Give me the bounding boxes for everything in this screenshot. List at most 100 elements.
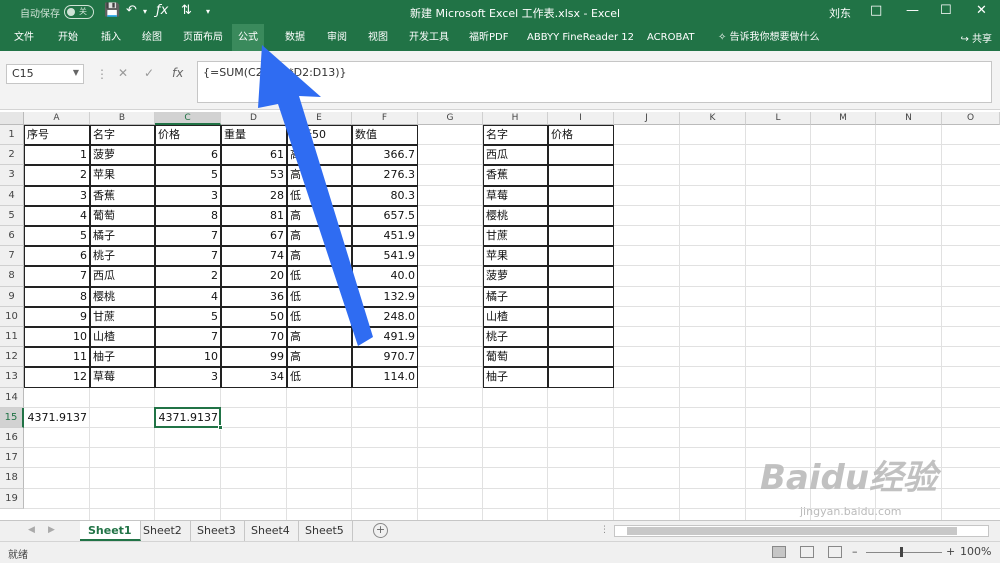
column-header-N[interactable]: N — [876, 112, 942, 125]
row-header-5[interactable]: 5 — [0, 205, 24, 226]
row-header-11[interactable]: 11 — [0, 327, 24, 348]
row-header-9[interactable]: 9 — [0, 286, 24, 307]
table1-data-cell[interactable]: 甘蔗 — [90, 306, 155, 327]
row-header-14[interactable]: 14 — [0, 387, 24, 408]
sheet-prev-icon[interactable]: ◀ — [28, 525, 35, 535]
table1-data-cell[interactable]: 40.0 — [352, 266, 418, 287]
tab-9[interactable]: 开发工具 — [403, 24, 455, 51]
table1-data-cell[interactable]: 高 — [287, 246, 352, 267]
table1-data-cell[interactable]: 132.9 — [352, 286, 418, 307]
table2-data-cell[interactable]: 苹果 — [483, 246, 548, 267]
table1-data-cell[interactable]: 74 — [221, 246, 287, 267]
table2-data-cell[interactable]: 西瓜 — [483, 145, 548, 166]
tab-7[interactable]: 审阅 — [321, 24, 353, 51]
table2-data-cell[interactable]: 葡萄 — [483, 347, 548, 368]
column-header-E[interactable]: E — [287, 112, 352, 125]
maximize-icon[interactable]: ☐ — [940, 3, 952, 18]
table2-data-cell[interactable] — [548, 286, 614, 307]
table1-data-cell[interactable]: 香蕉 — [90, 185, 155, 206]
column-header-G[interactable]: G — [418, 112, 483, 125]
close-icon[interactable]: ✕ — [976, 3, 987, 18]
page-layout-view-button[interactable] — [800, 546, 814, 558]
normal-view-button[interactable] — [772, 546, 786, 558]
enter-icon[interactable]: ✓ — [144, 66, 154, 80]
customize-qat-icon[interactable]: ▾ — [206, 7, 210, 16]
add-sheet-button[interactable]: + — [373, 523, 388, 538]
table1-data-cell[interactable]: 61 — [221, 145, 287, 166]
row-header-3[interactable]: 3 — [0, 165, 24, 186]
table1-data-cell[interactable]: 4 — [24, 205, 90, 226]
table1-header-cell[interactable]: 价格 — [155, 125, 221, 146]
zoom-slider[interactable] — [866, 552, 942, 553]
table2-header-cell[interactable]: 名字 — [483, 125, 548, 146]
row-header-18[interactable]: 18 — [0, 468, 24, 489]
column-header-O[interactable]: O — [942, 112, 1000, 125]
sheet-tab-sheet2[interactable]: Sheet2 — [135, 521, 191, 541]
table2-data-cell[interactable] — [548, 347, 614, 368]
table1-data-cell[interactable]: 5 — [24, 226, 90, 247]
table1-header-cell[interactable]: 重量 — [221, 125, 287, 146]
sheet-tab-sheet4[interactable]: Sheet4 — [243, 521, 299, 541]
column-header-L[interactable]: L — [746, 112, 811, 125]
tab-2[interactable]: 插入 — [95, 24, 127, 51]
table1-data-cell[interactable]: 3 — [24, 185, 90, 206]
column-header-D[interactable]: D — [221, 112, 287, 125]
table1-data-cell[interactable]: 高 — [287, 327, 352, 348]
table2-data-cell[interactable]: 草莓 — [483, 185, 548, 206]
table1-data-cell[interactable]: 8 — [155, 205, 221, 226]
column-header-I[interactable]: I — [548, 112, 614, 125]
tab-6[interactable]: 数据 — [279, 24, 311, 51]
tab-1[interactable]: 开始 — [52, 24, 84, 51]
table2-data-cell[interactable] — [548, 246, 614, 267]
result-cell-a15[interactable]: 4371.9137 — [24, 408, 90, 428]
column-header-B[interactable]: B — [90, 112, 155, 125]
page-break-view-button[interactable] — [828, 546, 842, 558]
insert-function-icon[interactable]: fx — [172, 66, 183, 80]
table1-data-cell[interactable]: 2 — [155, 266, 221, 287]
table1-data-cell[interactable]: 541.9 — [352, 246, 418, 267]
table1-data-cell[interactable]: 低 — [287, 306, 352, 327]
table2-data-cell[interactable] — [548, 165, 614, 186]
table1-data-cell[interactable]: 8 — [24, 286, 90, 307]
table2-data-cell[interactable] — [548, 266, 614, 287]
table2-data-cell[interactable] — [548, 367, 614, 388]
sheet-next-icon[interactable]: ▶ — [48, 525, 55, 535]
table1-data-cell[interactable]: 山楂 — [90, 327, 155, 348]
table1-header-cell[interactable]: 大于50 — [287, 125, 352, 146]
table1-data-cell[interactable]: 2 — [24, 165, 90, 186]
table2-data-cell[interactable]: 桃子 — [483, 327, 548, 348]
select-all-corner[interactable] — [0, 112, 24, 125]
table1-data-cell[interactable]: 276.3 — [352, 165, 418, 186]
table1-data-cell[interactable]: 7 — [155, 226, 221, 247]
tab-8[interactable]: 视图 — [362, 24, 394, 51]
table1-data-cell[interactable]: 50 — [221, 306, 287, 327]
table1-data-cell[interactable]: 低 — [287, 286, 352, 307]
table1-data-cell[interactable]: 5 — [155, 306, 221, 327]
table1-data-cell[interactable]: 1 — [24, 145, 90, 166]
row-header-17[interactable]: 17 — [0, 448, 24, 469]
table2-data-cell[interactable]: 山楂 — [483, 306, 548, 327]
row-header-15[interactable]: 15 — [0, 407, 24, 428]
user-name[interactable]: 刘东 — [829, 5, 851, 21]
tell-me-search[interactable]: ✧ 告诉我你想要做什么 — [712, 24, 826, 51]
tab-3[interactable]: 绘图 — [136, 24, 168, 51]
table2-data-cell[interactable] — [548, 145, 614, 166]
chevron-down-icon[interactable]: ▼ — [73, 68, 79, 77]
table1-data-cell[interactable]: 7 — [155, 327, 221, 348]
sort-icon[interactable]: ⇅ — [181, 3, 192, 18]
table1-data-cell[interactable]: 3 — [155, 367, 221, 388]
table1-data-cell[interactable]: 3 — [155, 185, 221, 206]
zoom-slider-knob[interactable] — [900, 547, 903, 557]
row-header-6[interactable]: 6 — [0, 226, 24, 247]
table1-data-cell[interactable]: 657.5 — [352, 205, 418, 226]
table1-data-cell[interactable]: 6 — [24, 246, 90, 267]
name-box[interactable]: C15 ▼ — [6, 64, 84, 84]
share-button[interactable]: ↪ 共享 — [960, 30, 992, 45]
sheet-tab-sheet3[interactable]: Sheet3 — [189, 521, 245, 541]
undo-icon[interactable]: ↶ — [126, 3, 137, 18]
table2-header-cell[interactable]: 价格 — [548, 125, 614, 146]
sheet-tab-sheet1[interactable]: Sheet1 — [80, 521, 141, 541]
table1-data-cell[interactable]: 高 — [287, 226, 352, 247]
table1-data-cell[interactable]: 970.7 — [352, 347, 418, 368]
table1-data-cell[interactable]: 80.3 — [352, 185, 418, 206]
